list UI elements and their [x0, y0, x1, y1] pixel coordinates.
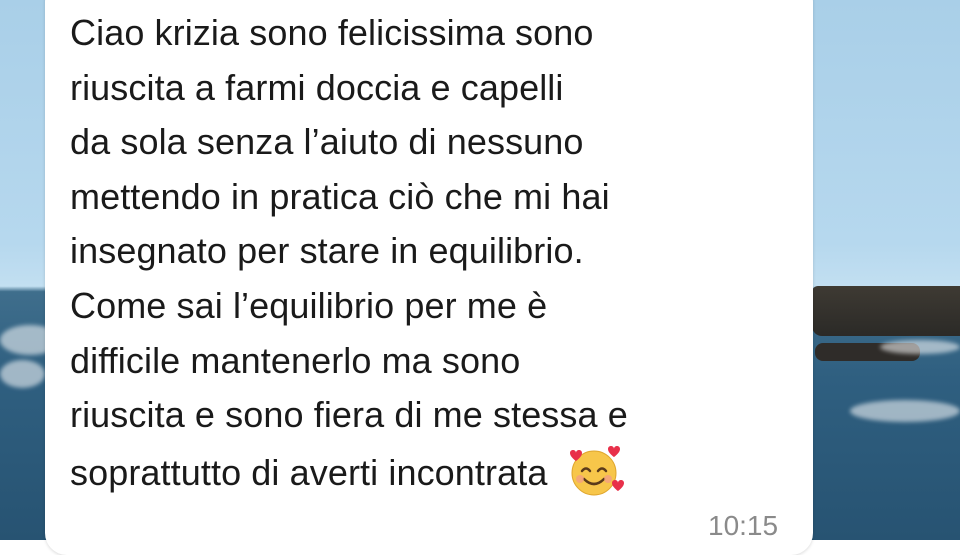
message-line: Ciao krizia sono felicissima sono — [70, 12, 594, 53]
message-line: Come sai l’equilibrio per me è — [70, 284, 548, 326]
sea-foam — [850, 400, 960, 422]
message-line: riuscita e sono fiera di me stessa e — [70, 394, 628, 436]
sea-foam — [880, 340, 960, 354]
message-line: soprattutto di averti incontrata — [70, 451, 548, 493]
smiling-face-with-hearts-emoji-icon — [569, 445, 624, 496]
rocks-decoration — [812, 286, 960, 336]
message-line: insegnato per stare in equilibrio. — [70, 230, 584, 272]
message-line: riuscita a farmi doccia e capelli — [70, 66, 564, 108]
message-line: da sola senza l’aiuto di nessuno — [70, 121, 584, 163]
message-line: mettendo in pratica ciò che mi hai — [70, 175, 610, 217]
message-text: Ciao krizia sono felicissima sono riusci… — [70, 6, 790, 500]
message-last-line: soprattutto di averti incontrata — [70, 443, 790, 501]
message-timestamp: 10:15 — [708, 510, 779, 541]
sea-foam — [0, 360, 45, 388]
message-line: difficile mantenerlo ma sono — [70, 339, 521, 381]
